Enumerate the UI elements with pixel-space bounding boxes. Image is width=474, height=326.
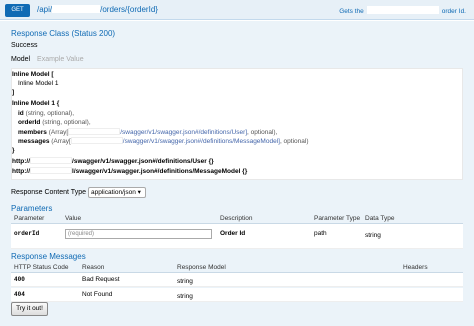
col-data-type: Data Type <box>365 215 395 222</box>
inline-model-title: Inline Model [ <box>12 71 54 78</box>
path-prefix: /api/ <box>37 5 53 14</box>
response-model: string <box>177 293 193 300</box>
response-content-type-select[interactable]: application/json ▾ <box>88 187 146 198</box>
redacted-block <box>52 5 101 13</box>
param-data-type: string <box>365 232 381 239</box>
definition-message-prefix: http:// <box>12 168 31 175</box>
table-row: 400 Bad Request string <box>11 273 463 287</box>
col-parameter: Parameter <box>14 215 45 222</box>
parameters-heading: Parameters <box>11 204 53 213</box>
field-messages-prefix: (Array[ <box>51 138 71 145</box>
status-code: 400 <box>14 276 25 283</box>
col-description: Description <box>220 215 253 222</box>
close-bracket: ] <box>12 89 15 96</box>
col-headers: Headers <box>403 264 428 271</box>
status-code: 404 <box>14 291 25 298</box>
field-messages-tail: , optional) <box>279 138 309 145</box>
orderid-value-input[interactable]: (required) <box>65 229 212 239</box>
table-row: orderId (required) Order Id path string <box>11 224 463 249</box>
endpoint-path[interactable]: /api/ /orders/{orderId} <box>37 5 158 14</box>
response-class-heading: Response Class (Status 200) <box>11 29 116 38</box>
path-suffix: /orders/{orderId} <box>100 5 158 14</box>
try-it-out-button[interactable]: Try it out! <box>11 302 48 316</box>
col-parameter-type: Parameter Type <box>314 215 361 222</box>
param-type: path <box>314 230 327 237</box>
tab-model[interactable]: Model <box>11 56 30 63</box>
status-reason: Bad Request <box>82 276 120 283</box>
parameters-header-row: Parameter Value Description Parameter Ty… <box>11 214 463 224</box>
param-name: orderId <box>14 230 40 237</box>
model-schema-box: Inline Model [ Inline Model 1 ] Inline M… <box>11 68 463 180</box>
col-response-model: Response Model <box>177 264 226 271</box>
field-members-prefix: (Array[ <box>48 129 69 136</box>
field-id: id <box>18 110 24 117</box>
inline-model-1-title: Inline Model 1 { <box>12 100 60 107</box>
table-row: 404 Not Found string <box>11 288 463 302</box>
response-model: string <box>177 278 193 285</box>
col-value: Value <box>65 215 82 222</box>
definition-user: /swagger/v1/swagger.json#/definitions/Us… <box>72 158 214 165</box>
param-description: Order Id <box>220 230 246 237</box>
tab-example-value[interactable]: Example Value <box>37 56 84 63</box>
redacted-block <box>30 157 73 164</box>
definition-user-prefix: http:// <box>12 158 31 165</box>
members-type-link[interactable]: /swagger/v1/swagger.json#/definitions/Us… <box>120 129 247 136</box>
redacted-block <box>68 128 121 135</box>
operation-header[interactable]: GET /api/ /orders/{orderId} Gets the order… <box>0 0 474 20</box>
response-messages-header-row: HTTP Status Code Reason Response Model H… <box>11 263 463 273</box>
response-content-type-label: Response Content Type <box>11 189 86 196</box>
messages-type-link[interactable]: /swagger/v1/swagger.json#/definitions/Me… <box>123 138 280 145</box>
response-messages-heading: Response Messages <box>11 252 86 261</box>
http-method-badge[interactable]: GET <box>5 4 30 17</box>
field-orderid-type: (string, optional), <box>42 119 91 126</box>
close-brace: } <box>12 147 15 154</box>
model-tabs: Model Example Value <box>11 56 84 63</box>
col-http-status-code: HTTP Status Code <box>14 264 69 271</box>
redacted-block <box>30 167 73 174</box>
field-orderid: orderId <box>18 119 41 126</box>
summary-suffix: order Id. <box>441 8 466 15</box>
redacted-block <box>366 6 439 14</box>
field-members: members <box>18 129 47 136</box>
summary-prefix: Gets the <box>339 8 364 15</box>
field-messages: messages <box>18 138 50 145</box>
field-members-tail: , optional), <box>247 129 278 136</box>
response-status: Success <box>11 42 38 49</box>
redacted-block <box>70 137 123 144</box>
col-reason: Reason <box>82 264 105 271</box>
field-id-type: (string, optional), <box>25 110 75 117</box>
definition-message-model: l/swagger/v1/swagger.json#/definitions/M… <box>72 168 248 175</box>
status-reason: Not Found <box>82 291 113 298</box>
operation-summary[interactable]: Gets the order Id. <box>339 6 466 15</box>
inline-model-ref: Inline Model 1 <box>18 80 59 87</box>
